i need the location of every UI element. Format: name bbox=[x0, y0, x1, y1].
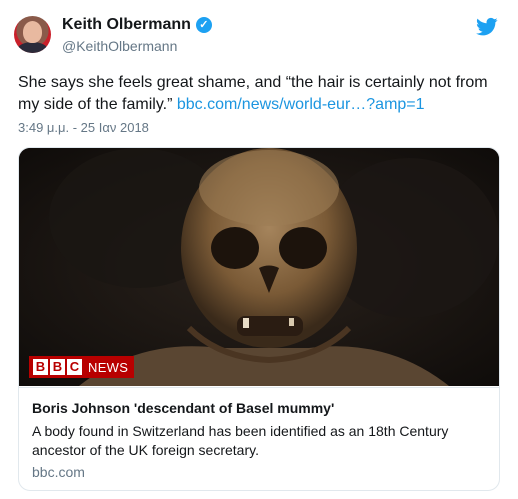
card-description: A body found in Switzerland has been ide… bbox=[32, 423, 449, 458]
twitter-bird-icon[interactable] bbox=[476, 17, 498, 37]
link-preview-card[interactable]: B B C NEWS Boris Johnson 'descendant of … bbox=[18, 147, 500, 491]
bbc-news-logo: B B C NEWS bbox=[29, 356, 135, 378]
tweet-link[interactable]: bbc.com/news/world-eur…?amp=1 bbox=[177, 96, 425, 113]
mummy-skull-image bbox=[19, 148, 499, 386]
author-avatar[interactable] bbox=[14, 16, 51, 53]
card-image[interactable]: B B C NEWS bbox=[19, 148, 499, 386]
avatar-suit bbox=[17, 42, 48, 53]
tweet-timestamp[interactable]: 3:49 μ.μ. - 25 Ιαν 2018 bbox=[18, 120, 149, 135]
verified-badge-icon: ✓ bbox=[195, 17, 212, 33]
card-domain: bbc.com bbox=[32, 464, 85, 480]
author-name-row[interactable]: Keith Olbermann ✓ bbox=[62, 16, 212, 34]
card-title[interactable]: Boris Johnson 'descendant of Basel mummy… bbox=[32, 400, 334, 416]
author-handle[interactable]: @KeithOlbermann bbox=[62, 38, 177, 54]
card-body[interactable]: Boris Johnson 'descendant of Basel mummy… bbox=[19, 387, 499, 490]
avatar-face bbox=[23, 21, 42, 43]
author-name[interactable]: Keith Olbermann bbox=[62, 16, 191, 34]
tweet-text: She says she feels great shame, and “the… bbox=[18, 72, 508, 116]
